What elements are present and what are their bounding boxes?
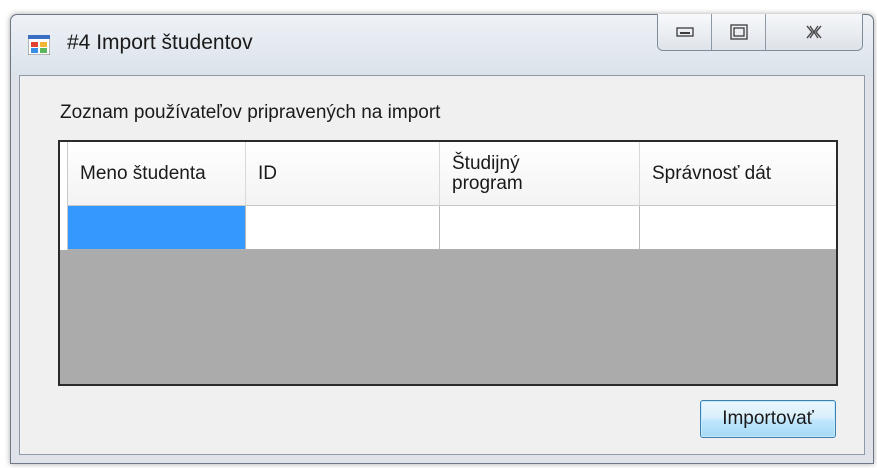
students-data-grid[interactable]: Meno študenta ID Študijný program Správn… [58, 140, 838, 386]
caption-buttons [657, 14, 863, 51]
table-row[interactable] [60, 206, 836, 250]
maximize-icon [729, 24, 748, 40]
table-cell-student-name[interactable] [68, 206, 246, 249]
import-button[interactable]: Importovať [700, 400, 836, 438]
close-button[interactable] [766, 14, 862, 50]
import-students-window: #4 Import študentov Zoznam používateľov … [10, 14, 874, 464]
users-list-label: Zoznam používateľov pripravených na impo… [60, 102, 441, 123]
form-client-area: Zoznam používateľov pripravených na impo… [19, 75, 865, 455]
close-icon [806, 25, 822, 39]
maximize-button[interactable] [712, 14, 766, 50]
table-cell-data-validity[interactable] [640, 206, 836, 249]
table-cell-id[interactable] [246, 206, 440, 249]
minimize-button[interactable] [658, 14, 712, 50]
title-bar[interactable]: #4 Import študentov [11, 14, 873, 75]
row-header-cell[interactable] [60, 206, 68, 250]
column-header-data-validity[interactable]: Správnosť dát [640, 142, 836, 206]
minimize-icon [675, 27, 694, 37]
column-header-student-name[interactable]: Meno študenta [68, 142, 246, 206]
table-cell-study-program[interactable] [440, 206, 640, 249]
window-title: #4 Import študentov [67, 31, 253, 54]
column-header-id[interactable]: ID [246, 142, 440, 206]
grid-header-row: Meno študenta ID Študijný program Správn… [60, 142, 836, 206]
grid-corner-cell[interactable] [60, 142, 68, 206]
column-header-study-program[interactable]: Študijný program [440, 142, 640, 206]
windows-form-icon [28, 35, 50, 55]
